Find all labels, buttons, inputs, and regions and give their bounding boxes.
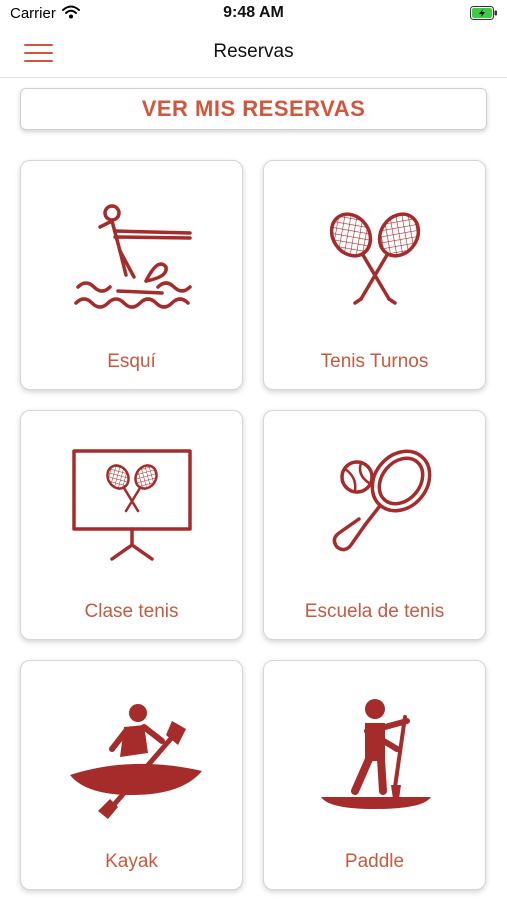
option-card-tenis-turnos[interactable]: Tenis Turnos — [263, 160, 486, 390]
option-card-clase-tenis[interactable]: Clase tenis — [20, 410, 243, 640]
battery-icon — [470, 6, 497, 20]
option-label: Paddle — [344, 851, 405, 872]
ver-mis-reservas-button[interactable]: VER MIS RESERVAS — [20, 88, 487, 130]
water-ski-icon — [74, 204, 192, 309]
paddle-board-icon — [321, 699, 431, 809]
status-time: 9:48 AM — [223, 4, 284, 21]
status-bar: Carrier 9:48 AM — [0, 0, 507, 28]
option-card-kayak[interactable]: Kayak — [20, 660, 243, 890]
kayak-icon — [70, 704, 202, 819]
option-label: Kayak — [105, 851, 158, 872]
page-title: Reservas — [213, 41, 294, 62]
option-card-paddle[interactable]: Paddle — [263, 660, 486, 890]
tennis-racket-ball-icon — [332, 449, 432, 552]
option-card-escuela-de-tenis[interactable]: Escuela de tenis — [263, 410, 486, 640]
option-label: Esquí — [107, 351, 156, 372]
hamburger-menu-icon[interactable] — [24, 42, 54, 64]
option-label: Clase tenis — [84, 601, 179, 622]
tennis-rackets-icon — [329, 212, 421, 305]
option-card-esqui[interactable]: Esquí — [20, 160, 243, 390]
option-label: Escuela de tenis — [304, 601, 445, 622]
option-label: Tenis Turnos — [320, 351, 429, 372]
tennis-class-board-icon — [72, 449, 192, 561]
navigation-bar: Reservas — [0, 28, 507, 78]
